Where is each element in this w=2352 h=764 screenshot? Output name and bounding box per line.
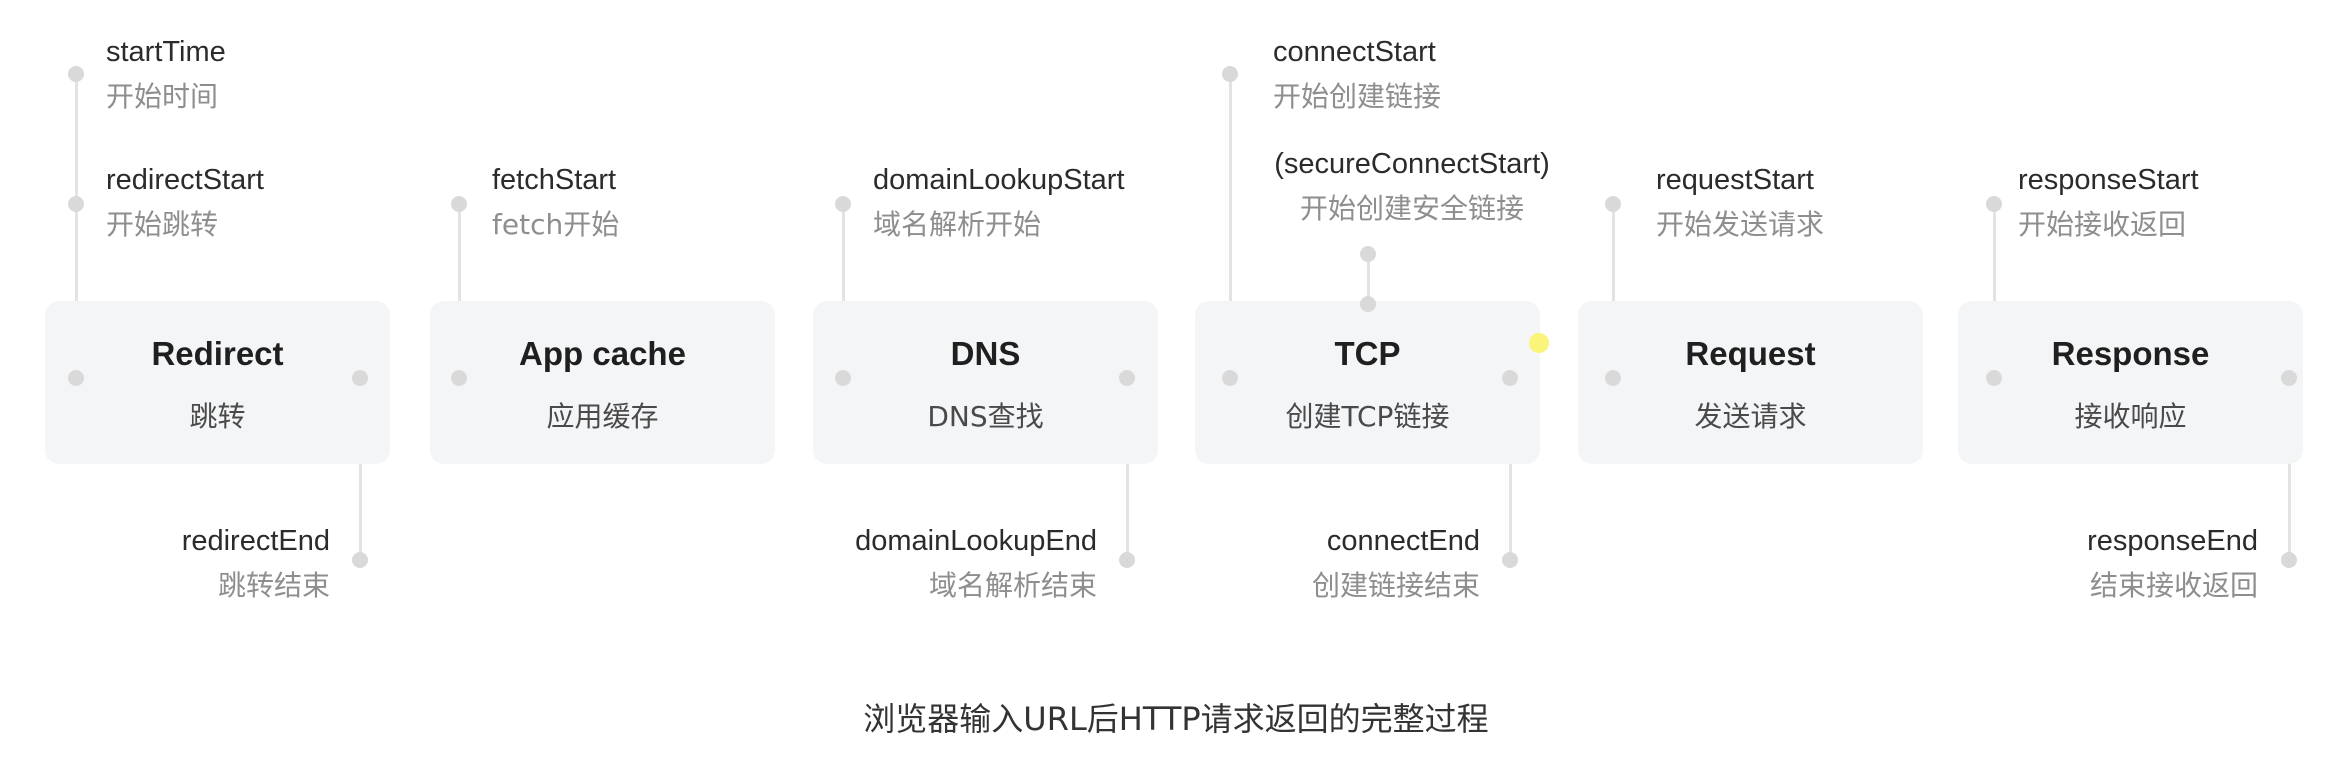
event-zh: 开始接收返回 <box>2018 208 2187 241</box>
event-responseend: responseEnd 结束接收返回 <box>2087 525 2258 604</box>
event-en: responseEnd <box>2087 525 2258 557</box>
stage-redirect: Redirect 跳转 <box>45 301 390 464</box>
stage-name: Response <box>2051 335 2210 372</box>
stage-name: Redirect <box>151 335 284 372</box>
dot-responsestart <box>1986 196 2002 212</box>
dot-domainlookupend <box>1119 552 1135 568</box>
dot-request-left <box>1605 370 1621 386</box>
event-zh: 跳转结束 <box>217 569 330 602</box>
dot-dns-right <box>1119 370 1135 386</box>
event-starttime: startTime 开始时间 <box>106 36 226 115</box>
event-connectstart: connectStart 开始创建链接 <box>1273 36 1441 115</box>
event-zh: 开始创建链接 <box>1273 80 1442 113</box>
dot-requeststart <box>1605 196 1621 212</box>
dot-domainlookupstart <box>835 196 851 212</box>
dot-connectend <box>1502 552 1518 568</box>
dot-response-left <box>1986 370 2002 386</box>
event-domainlookupend: domainLookupEnd 域名解析结束 <box>855 525 1097 604</box>
event-en: responseStart <box>2018 164 2199 196</box>
dot-secureconnectstart-top <box>1360 246 1376 262</box>
event-en: fetchStart <box>492 164 617 196</box>
event-redirectstart: redirectStart 开始跳转 <box>106 164 264 243</box>
event-en: domainLookupStart <box>873 164 1125 196</box>
event-zh: 域名解析结束 <box>928 569 1097 602</box>
event-zh: fetch开始 <box>492 208 620 241</box>
event-zh: 域名解析开始 <box>873 208 1042 241</box>
event-zh: 开始创建安全链接 <box>1299 192 1524 225</box>
stage-name: Request <box>1685 335 1816 372</box>
dot-redirectend <box>352 552 368 568</box>
event-requeststart: requestStart 开始发送请求 <box>1656 164 1824 243</box>
dot-appcache-left <box>451 370 467 386</box>
stage-sub: 接收响应 <box>2074 400 2187 433</box>
dot-fetchstart <box>451 196 467 212</box>
event-en: connectStart <box>1273 36 1436 68</box>
dot-dns-left <box>835 370 851 386</box>
stage-name: DNS <box>950 335 1021 372</box>
stage-sub: 发送请求 <box>1694 400 1807 433</box>
stage-request: Request 发送请求 <box>1578 301 1923 464</box>
dot-tcp-left <box>1222 370 1238 386</box>
event-en: connectEnd <box>1326 525 1480 557</box>
event-zh: 开始发送请求 <box>1656 208 1825 241</box>
stage-sub: 创建TCP链接 <box>1285 400 1450 433</box>
dot-redirect-left <box>68 370 84 386</box>
event-domainlookupstart: domainLookupStart 域名解析开始 <box>873 164 1125 243</box>
diagram-caption: 浏览器输入URL后HTTP请求返回的完整过程 <box>863 700 1489 738</box>
event-en: domainLookupEnd <box>855 525 1097 557</box>
stage-sub: DNS查找 <box>927 400 1044 433</box>
dot-starttime <box>68 66 84 82</box>
event-en: redirectStart <box>106 164 264 196</box>
dot-redirectstart <box>68 196 84 212</box>
stage-sub: 跳转 <box>189 400 246 433</box>
dot-response-right <box>2281 370 2297 386</box>
event-zh: 创建链接结束 <box>1311 569 1480 602</box>
event-zh: 结束接收返回 <box>2089 569 2258 602</box>
stage-name: TCP <box>1334 335 1401 372</box>
stage-app-cache: App cache 应用缓存 <box>430 301 775 464</box>
stage-dns: DNS DNS查找 <box>813 301 1158 464</box>
http-timing-diagram: Redirect 跳转 App cache 应用缓存 DNS DNS查找 TCP… <box>0 0 2352 764</box>
event-en: redirectEnd <box>181 525 330 557</box>
stage-response: Response 接收响应 <box>1958 301 2303 464</box>
event-en: (secureConnectStart) <box>1274 148 1550 180</box>
dot-redirect-right <box>352 370 368 386</box>
event-responsestart: responseStart 开始接收返回 <box>2018 164 2199 243</box>
stage-tcp: TCP 创建TCP链接 <box>1195 301 1540 464</box>
event-en: requestStart <box>1656 164 1814 196</box>
event-zh: 开始时间 <box>106 80 219 113</box>
event-fetchstart: fetchStart fetch开始 <box>492 164 619 243</box>
stage-sub: 应用缓存 <box>546 400 659 433</box>
cursor-highlight-marker <box>1529 333 1549 353</box>
dot-tcp-right <box>1502 370 1518 386</box>
dot-secureconnectstart-bottom <box>1360 296 1376 312</box>
event-connectend: connectEnd 创建链接结束 <box>1312 525 1480 604</box>
event-en: startTime <box>106 36 226 68</box>
stage-name: App cache <box>519 335 686 372</box>
event-secureconnectstart: (secureConnectStart) 开始创建安全链接 <box>1222 148 1602 227</box>
event-zh: 开始跳转 <box>106 208 219 241</box>
event-redirectend: redirectEnd 跳转结束 <box>182 525 330 604</box>
dot-responseend <box>2281 552 2297 568</box>
dot-connectstart <box>1222 66 1238 82</box>
